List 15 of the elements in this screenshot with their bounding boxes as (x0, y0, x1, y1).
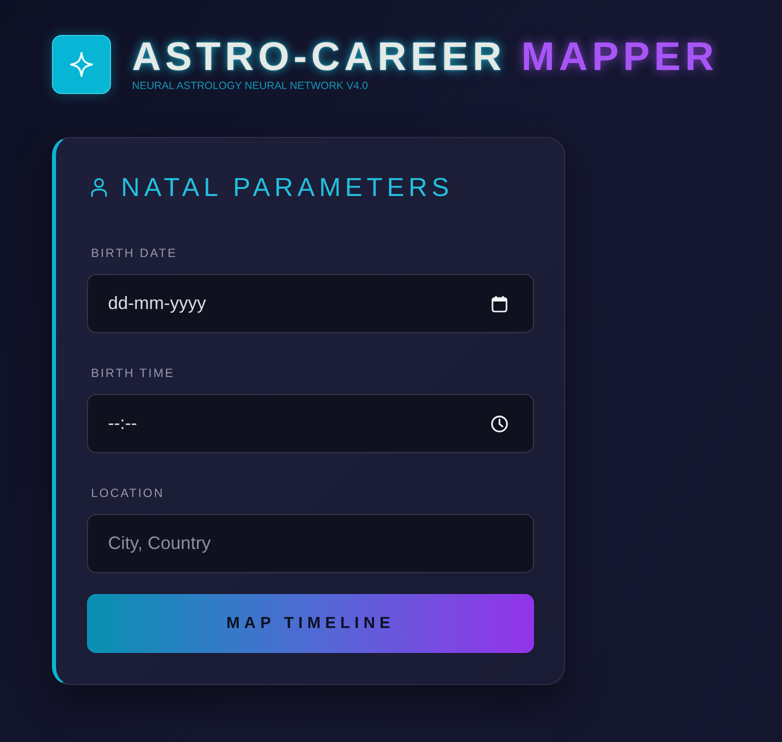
clock-icon (491, 415, 508, 432)
field-label: LOCATION (91, 486, 164, 501)
field-label: BIRTH DATE (91, 246, 178, 261)
user-icon (91, 178, 107, 196)
field-label: BIRTH TIME (91, 366, 175, 381)
sparkle-icon (52, 35, 111, 94)
map-timeline-button[interactable]: MAP TIMELINE (87, 594, 534, 653)
calendar-icon (491, 295, 508, 312)
time-field[interactable]: --:-- (87, 394, 534, 453)
location-field[interactable]: City, Country (87, 514, 534, 573)
app-title-highlight: MAPPER (521, 34, 718, 78)
app-title: ASTRO-CAREER (132, 34, 506, 78)
app-subtitle: NEURAL ASTROLOGY NEURAL NETWORK V4.0 (132, 78, 368, 92)
form-title: NATAL PARAMETERS (121, 172, 454, 202)
date-field[interactable]: dd-mm-yyyy (87, 274, 534, 333)
